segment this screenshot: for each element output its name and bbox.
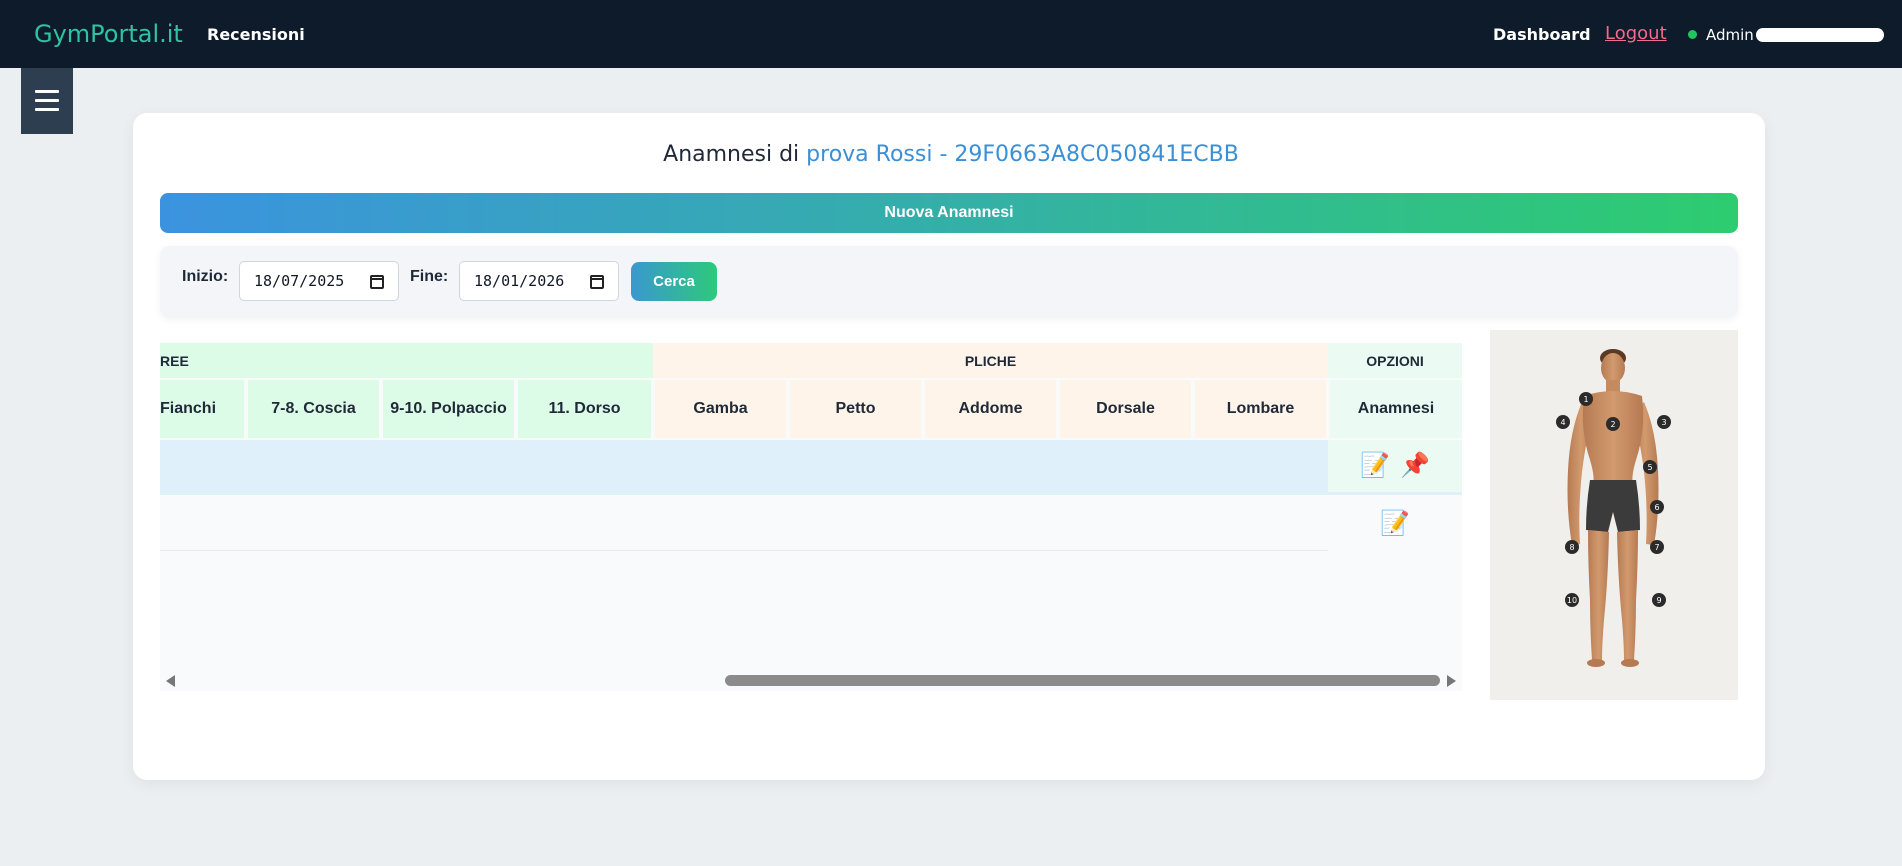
horizontal-scrollbar[interactable] [160, 669, 1462, 691]
start-date-input[interactable]: 18/07/2025 [239, 261, 399, 301]
column-header[interactable]: 7-8. Coscia [248, 380, 379, 438]
scroll-right-icon[interactable] [1447, 675, 1456, 687]
scroll-left-icon[interactable] [166, 675, 175, 687]
column-header[interactable]: Anamnesi [1330, 380, 1462, 438]
marker-6: 6 [1650, 500, 1664, 514]
column-header[interactable]: Fianchi [160, 380, 244, 438]
scrollbar-thumb[interactable] [725, 675, 1440, 686]
edit-icon[interactable]: 📝 [1380, 511, 1410, 536]
marker-4: 4 [1556, 415, 1570, 429]
column-header[interactable]: Petto [790, 380, 921, 438]
column-header[interactable]: Dorsale [1060, 380, 1191, 438]
anamnesis-table: REE PLICHE OPZIONI Fianchi 7-8. Coscia 9… [160, 343, 1462, 691]
end-date-input[interactable]: 18/01/2026 [459, 261, 619, 301]
end-date-label: Fine: [410, 268, 449, 285]
human-body-figure [1567, 349, 1659, 667]
search-button[interactable]: Cerca [631, 262, 717, 301]
calendar-icon[interactable] [590, 275, 604, 289]
menu-toggle-button[interactable] [21, 68, 73, 134]
end-date-value: 18/01/2026 [474, 272, 565, 290]
calendar-icon[interactable] [370, 275, 384, 289]
marker-5: 5 [1643, 460, 1657, 474]
hamburger-icon [35, 99, 59, 102]
hamburger-icon [35, 90, 59, 93]
nav-link-reviews[interactable]: Recensioni [207, 25, 305, 44]
marker-7: 7 [1650, 540, 1664, 554]
column-header[interactable]: Gamba [655, 380, 786, 438]
client-name: prova Rossi - 29F0663A8C050841ECBB [806, 142, 1239, 167]
row-actions: 📝 [1328, 496, 1462, 551]
logout-link[interactable]: Logout [1605, 23, 1667, 44]
group-header-pliche: PLICHE [653, 343, 1328, 378]
row-actions: 📝 📌 [1328, 440, 1462, 495]
table-row[interactable] [160, 440, 1328, 495]
column-header[interactable]: Lombare [1195, 380, 1326, 438]
page-title: Anamnesi di prova Rossi - 29F0663A8C0508… [0, 142, 1902, 167]
marker-3: 3 [1657, 415, 1671, 429]
body-measurement-map: 1 2 3 4 5 6 7 8 9 10 [1490, 330, 1738, 700]
start-date-label: Inizio: [182, 268, 229, 285]
column-header[interactable]: 11. Dorso [518, 380, 651, 438]
redacted-username [1756, 28, 1884, 42]
new-anamnesis-button[interactable]: Nuova Anamnesi [160, 193, 1738, 233]
pin-icon[interactable]: 📌 [1400, 454, 1430, 478]
marker-2: 2 [1606, 417, 1620, 431]
start-date-value: 18/07/2025 [254, 272, 345, 290]
table-row[interactable] [160, 496, 1328, 551]
column-header[interactable]: Addome [925, 380, 1056, 438]
marker-10: 10 [1565, 593, 1579, 607]
marker-9: 9 [1652, 593, 1666, 607]
group-header-opzioni: OPZIONI [1328, 343, 1462, 378]
top-navbar: GymPortal.it Recensioni Dashboard Logout… [0, 0, 1902, 68]
column-header[interactable]: 9-10. Polpaccio [383, 380, 514, 438]
group-header-ree: REE [160, 343, 653, 378]
user-role-label: Admin [1706, 26, 1754, 44]
online-status-icon [1688, 30, 1697, 39]
marker-1: 1 [1579, 392, 1593, 406]
marker-8: 8 [1565, 540, 1579, 554]
page-title-prefix: Anamnesi di [663, 142, 807, 167]
hamburger-icon [35, 108, 59, 111]
nav-link-dashboard[interactable]: Dashboard [1493, 25, 1591, 44]
brand-logo[interactable]: GymPortal.it [34, 20, 183, 48]
edit-icon[interactable]: 📝 [1360, 454, 1390, 478]
